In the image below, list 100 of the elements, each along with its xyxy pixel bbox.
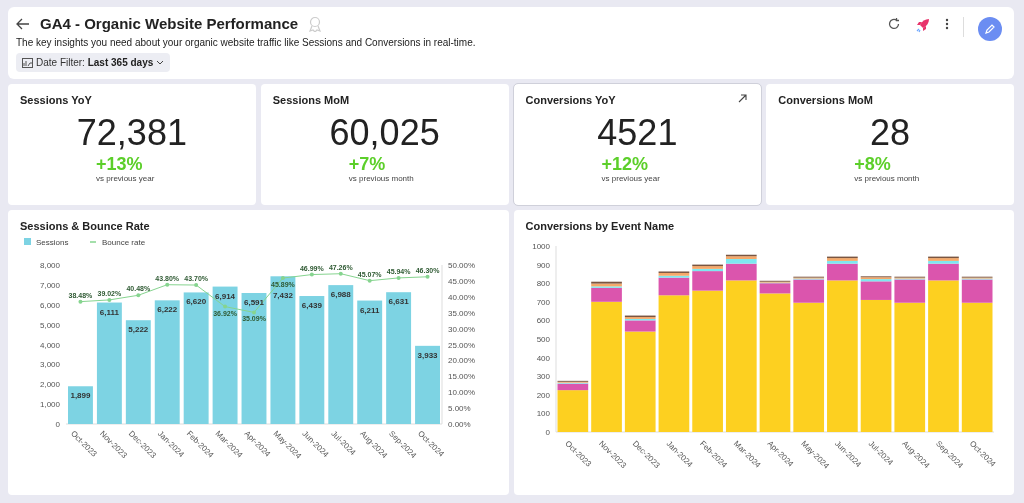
data-point — [223, 304, 228, 309]
kpi-caption: vs previous year — [96, 174, 155, 183]
data-point — [136, 293, 141, 298]
data-point — [107, 297, 112, 302]
axis-label: 200 — [536, 390, 550, 400]
data-label: 5,222 — [128, 325, 149, 335]
bar — [725, 263, 757, 281]
rocket-icon[interactable] — [915, 17, 931, 33]
bar — [557, 383, 588, 391]
date-filter-button[interactable]: Date Filter: Last 365 days — [16, 53, 171, 72]
kpi-delta: +12% — [601, 154, 649, 174]
expand-icon[interactable] — [738, 94, 748, 103]
axis-label: 20.00% — [448, 356, 476, 366]
data-point — [309, 272, 314, 277]
bar — [927, 263, 959, 281]
axis-label: 7,000 — [39, 280, 60, 290]
kpi-title: Sessions YoY — [20, 94, 92, 106]
kpi-value: 28 — [870, 114, 911, 152]
kpi-value: 4521 — [597, 114, 678, 152]
kpi-caption: vs previous year — [601, 174, 660, 183]
kpi-caption: vs previous month — [854, 174, 920, 183]
bar — [893, 302, 925, 432]
bar — [725, 259, 757, 264]
axis-label: 40.00% — [448, 292, 476, 302]
axis-label: 700 — [536, 297, 550, 307]
axis-label: 0 — [55, 420, 60, 429]
axis-label: 600 — [536, 316, 550, 326]
axis-label: 10.00% — [448, 388, 476, 398]
axis-label: 5,000 — [39, 320, 60, 330]
bar — [792, 302, 824, 432]
data-point — [78, 299, 83, 304]
axis-label: 400 — [536, 353, 550, 363]
data-point — [396, 275, 401, 280]
data-label: 6,620 — [186, 297, 207, 307]
axis-label: 4,000 — [39, 340, 60, 350]
data-point — [165, 282, 170, 287]
bar — [759, 283, 790, 294]
bar — [860, 281, 891, 300]
data-label: 6,988 — [330, 290, 351, 300]
axis-label: 8,000 — [39, 261, 60, 270]
data-label: 6,211 — [359, 305, 380, 315]
data-label: 6,222 — [157, 305, 178, 315]
chart-title: Conversions by Event Name — [525, 220, 676, 232]
bar — [624, 320, 656, 332]
axis-label: 1000 — [531, 242, 550, 251]
axis-label: 50.00% — [448, 261, 476, 270]
axis-label: 0 — [545, 428, 550, 437]
data-label: 6,439 — [301, 301, 322, 310]
axis-label: 2,000 — [39, 380, 60, 390]
edit-button[interactable] — [978, 17, 1002, 41]
data-point — [194, 283, 199, 288]
data-point — [280, 276, 285, 281]
bar — [893, 279, 925, 303]
data-label: 6,914 — [215, 291, 236, 301]
bar — [691, 290, 723, 432]
bar — [961, 279, 992, 303]
kpi-delta: +13% — [96, 154, 143, 174]
data-label: 1,899 — [70, 391, 91, 401]
data-point — [425, 274, 430, 279]
data-label: 7,432 — [272, 291, 293, 301]
axis-label: 0.00% — [448, 420, 471, 429]
kpi-title: Conversions YoY — [525, 94, 616, 106]
kpi-delta: +8% — [854, 154, 891, 174]
axis-label: 25.00% — [448, 340, 476, 350]
stacked-bar — [557, 380, 588, 432]
data-point — [338, 271, 343, 276]
kpi-caption: vs previous month — [348, 174, 414, 183]
bar — [557, 390, 588, 432]
kpi-value: 72,381 — [76, 114, 187, 152]
chart-title: Sessions & Bounce Rate — [20, 220, 151, 232]
kpi-title: Conversions MoM — [778, 94, 873, 106]
chart-icon — [22, 57, 33, 68]
bar — [792, 279, 824, 303]
data-label: 6,111 — [99, 307, 119, 317]
pencil-icon — [984, 23, 996, 35]
dashboard-title: GA4 - Organic Website Performance — [40, 15, 299, 32]
badge-icon — [308, 15, 323, 32]
back-icon[interactable] — [16, 17, 30, 30]
data-point — [252, 310, 256, 315]
axis-label: 800 — [536, 279, 550, 289]
axis-label: 100 — [536, 409, 550, 419]
axis-label: 3,000 — [39, 360, 60, 370]
bar — [961, 302, 992, 432]
kpi-value: 60,025 — [329, 114, 440, 152]
more-icon[interactable] — [945, 17, 949, 31]
axis-label: 900 — [536, 260, 550, 270]
axis-label: 15.00% — [448, 372, 476, 382]
kpi-title: Sessions MoM — [272, 94, 350, 106]
bar — [590, 287, 622, 302]
kpi-delta: +7% — [348, 154, 386, 174]
bar — [826, 263, 858, 281]
axis-label: 5.00% — [448, 404, 471, 414]
axis-label: 45.00% — [448, 276, 476, 286]
bar — [68, 386, 93, 424]
dashboard-subtitle: The key insights you need about your organic website traffic like Sessions and Conversions in real-time. — [16, 37, 476, 48]
axis-label: 6,000 — [39, 300, 60, 310]
axis-label: 500 — [536, 335, 550, 344]
legend-label: Bounce rate — [102, 238, 146, 247]
refresh-icon[interactable] — [887, 17, 901, 31]
data-label: 6,631 — [388, 297, 409, 307]
